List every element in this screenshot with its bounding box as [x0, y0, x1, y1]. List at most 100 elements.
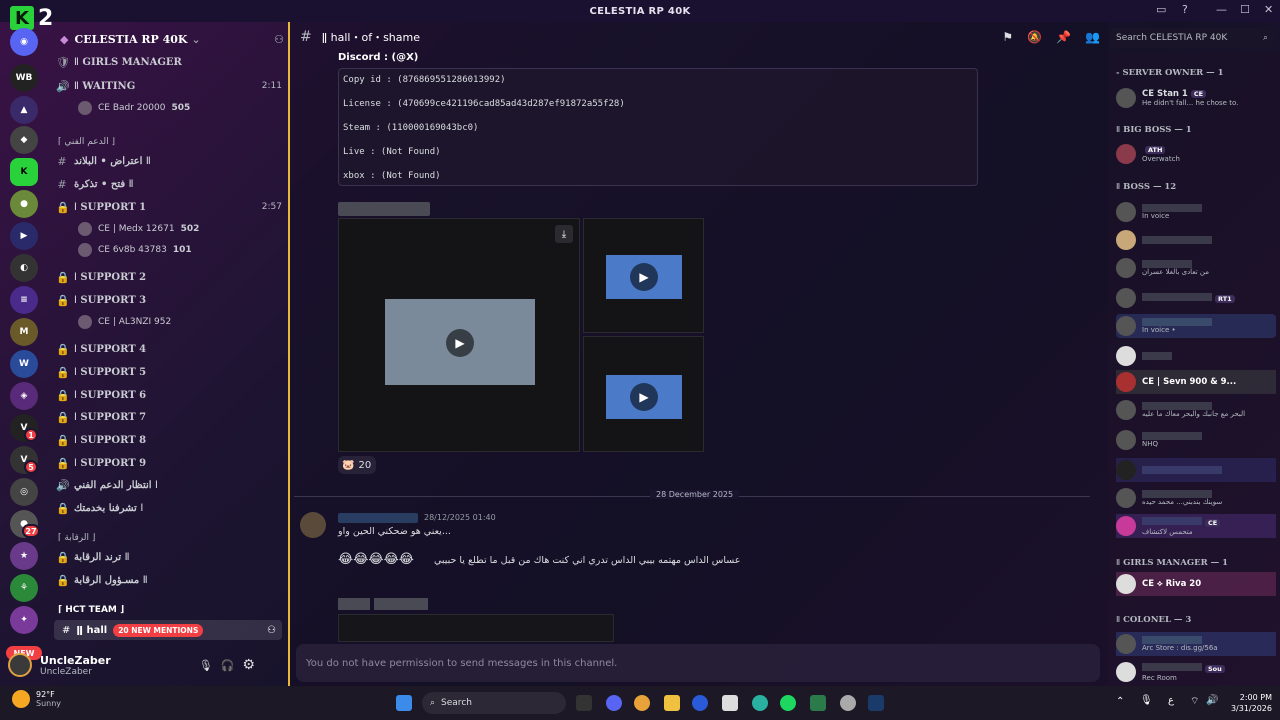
member-item[interactable]: CE Stan 1 CE He didn't fall... he chose to…	[1116, 86, 1276, 110]
server-icon[interactable]: M	[10, 318, 38, 346]
server-icon[interactable]: ●	[10, 190, 38, 218]
app-icon[interactable]	[840, 695, 856, 711]
member-item[interactable]	[1116, 344, 1276, 368]
server-icon[interactable]: ▲	[10, 96, 38, 124]
server-icon[interactable]: ◈	[10, 382, 38, 410]
inbox-icon[interactable]: ▭	[1156, 3, 1166, 16]
author-avatar[interactable]	[300, 512, 326, 538]
microphone-icon[interactable]: 🎙	[1140, 695, 1153, 706]
server-icon[interactable]: ★	[10, 542, 38, 570]
play-icon[interactable]: ▶	[446, 329, 474, 357]
voice-user[interactable]: CE | AL3NZI 952	[78, 313, 278, 331]
server-header[interactable]: ◆ CELESTIA RP 40K ⌄ ⚇	[60, 30, 284, 48]
member-item[interactable]: CE | Sevn 900 & 9...	[1116, 370, 1276, 394]
channel-support-9[interactable]: 🔒 ǀ SUPPORT 9	[56, 453, 282, 473]
member-item[interactable]: البحر مع جانبك والبحر معاك ما عليه	[1116, 398, 1276, 422]
download-icon[interactable]: ⤓	[555, 225, 573, 243]
server-search[interactable]: Search CELESTIA RP 40K ⌕	[1110, 28, 1274, 48]
server-icon[interactable]: ≡	[10, 286, 38, 314]
server-icon[interactable]: ⚘	[10, 574, 38, 602]
close-button[interactable]: ✕	[1264, 3, 1273, 16]
minimize-button[interactable]: —	[1216, 3, 1227, 16]
member-item[interactable]: سوينك بندبني... محمد حيده	[1116, 486, 1276, 510]
member-item[interactable]: CE متحمس لاكتشاف	[1116, 514, 1276, 538]
channel-support-5[interactable]: 🔒 ǀ SUPPORT 5	[56, 362, 282, 382]
channel-thanks[interactable]: 🔒 تشرفنا بخدمتك ǀ	[56, 498, 282, 518]
new-mentions-badge[interactable]: 20 NEW MENTIONS	[113, 623, 204, 637]
add-member-icon[interactable]: ⚇	[267, 625, 276, 636]
taskbar-search[interactable]: ⌕ Search	[422, 692, 566, 714]
member-item[interactable]	[1116, 458, 1276, 482]
wifi-icon[interactable]: ⌔	[1190, 695, 1199, 708]
discord-icon[interactable]	[606, 695, 622, 711]
member-item[interactable]: RT1	[1116, 286, 1276, 310]
spotify-icon[interactable]	[780, 695, 796, 711]
play-icon[interactable]: ▶	[630, 263, 658, 291]
server-icon[interactable]: ✦	[10, 606, 38, 634]
channel-support-4[interactable]: 🔒 ǀ SUPPORT 4	[56, 339, 282, 359]
invite-icon[interactable]: ⚇	[274, 33, 284, 46]
edge-icon[interactable]	[752, 695, 768, 711]
server-icon[interactable]: ▶	[10, 222, 38, 250]
channel-support-2[interactable]: 🔒 ǀ SUPPORT 2	[56, 267, 282, 287]
steam-icon[interactable]	[868, 695, 884, 711]
headphones-icon[interactable]: 🎧	[221, 659, 235, 672]
member-item[interactable]	[1116, 228, 1276, 252]
member-item[interactable]: In voice •	[1116, 314, 1276, 338]
member-item[interactable]: NHQ	[1116, 428, 1276, 452]
chrome-icon[interactable]	[634, 695, 650, 711]
category-oversight[interactable]: ⌈ الرقابة ⌋	[58, 530, 278, 546]
voice-user[interactable]: CE 6v8b 43783 101	[78, 241, 278, 259]
keyboard-language[interactable]: ع	[1168, 695, 1174, 706]
category-support[interactable]: ⌈ الدعم الفني ⌋	[58, 134, 278, 150]
app-icon[interactable]	[722, 695, 738, 711]
threads-icon[interactable]: ⚑	[1002, 30, 1013, 44]
xbox-icon[interactable]	[810, 695, 826, 711]
play-icon[interactable]: ▶	[630, 383, 658, 411]
member-item[interactable]: CE ⟡ Riva 20	[1116, 572, 1276, 596]
chevron-up-icon[interactable]: ⌃	[1116, 696, 1124, 707]
channel-girls-manager[interactable]: 🛡 ǁ GIRLS MANAGER	[56, 52, 282, 72]
weather-widget[interactable]: 92°F Sunny	[12, 690, 61, 708]
member-item[interactable]: In voice	[1116, 200, 1276, 224]
server-icon[interactable]: ◎	[10, 478, 38, 506]
server-icon[interactable]: ◆	[10, 126, 38, 154]
channel-oversight-trend[interactable]: 🔒 ترند الرقابة ǁ	[56, 547, 282, 567]
channel-appeal[interactable]: # اعتراض • البلاند ǁ	[56, 151, 282, 171]
help-icon[interactable]: ?	[1182, 3, 1188, 16]
category-hct-team[interactable]: ⌈ HCT TEAM ⌋	[58, 602, 278, 618]
voice-user[interactable]: CE | Medx 12671 502	[78, 220, 278, 238]
server-icon[interactable]: WB	[10, 64, 38, 92]
channel-waiting[interactable]: 🔊 ǁ WAITING 2:11	[56, 76, 282, 96]
channel-hall[interactable]: # ǁ hall 20 NEW MENTIONS ⚇	[54, 620, 282, 640]
file-explorer-icon[interactable]	[664, 695, 680, 711]
channel-support-6[interactable]: 🔒 ǀ SUPPORT 6	[56, 385, 282, 405]
maximize-button[interactable]: ☐	[1240, 3, 1250, 16]
epic-games-icon[interactable]	[576, 695, 592, 711]
mute-bell-icon[interactable]: 🔕	[1027, 30, 1042, 44]
voice-user[interactable]: CE Badr 20000 505	[78, 99, 278, 117]
video-attachment[interactable]: ▶ ⤓	[338, 218, 580, 452]
settings-gear-icon[interactable]: ⚙	[242, 657, 255, 673]
reaction-pill[interactable]: 🐷 20	[338, 456, 376, 474]
server-icon[interactable]: W	[10, 350, 38, 378]
clock[interactable]: 2:00 PM 3/31/2026	[1231, 692, 1272, 714]
author-name-redacted[interactable]	[338, 513, 418, 523]
server-icon-active[interactable]: K	[10, 158, 38, 186]
channel-support-3[interactable]: 🔒 ǀ SUPPORT 3	[56, 290, 282, 310]
channel-support-1[interactable]: 🔒 ǀ SUPPORT 1 2:57	[56, 197, 282, 217]
channel-oversight-lead[interactable]: 🔒 مسـؤول الرقابة ǁ	[56, 570, 282, 590]
discord-home-icon[interactable]: ◉	[10, 28, 38, 56]
channel-ticket[interactable]: # فتح • تذكرة ǁ	[56, 174, 282, 194]
video-attachment[interactable]: ▶	[583, 218, 704, 333]
member-item[interactable]: من تعادى بالغلا عسران	[1116, 256, 1276, 280]
app-icon[interactable]	[692, 695, 708, 711]
member-item[interactable]: Sou Rec Room	[1116, 660, 1276, 684]
user-avatar[interactable]	[8, 653, 32, 677]
volume-icon[interactable]: 🔊	[1206, 695, 1218, 706]
pin-icon[interactable]: 📌	[1056, 30, 1071, 44]
microphone-icon[interactable]: 🎙	[199, 659, 213, 672]
server-icon[interactable]: ◐	[10, 254, 38, 282]
channel-support-waiting[interactable]: 🔊 انتظار الدعم الفني ǀ	[56, 475, 282, 495]
channel-support-7[interactable]: 🔒 ǀ SUPPORT 7	[56, 407, 282, 427]
